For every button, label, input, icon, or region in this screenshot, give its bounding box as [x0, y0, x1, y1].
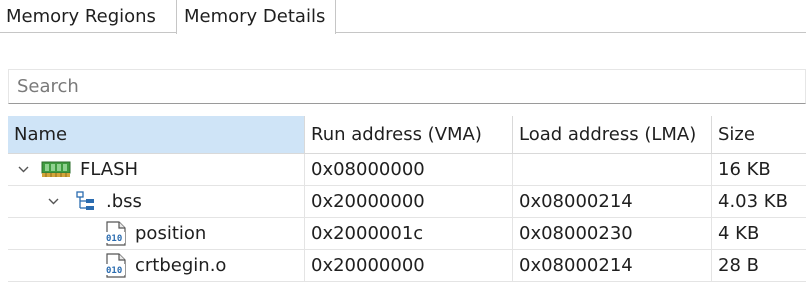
search-input[interactable]	[9, 70, 805, 103]
section-tree-icon	[76, 191, 94, 210]
load-address-cell	[513, 154, 712, 185]
binary-file-icon: 010	[105, 253, 126, 278]
row-name-label: crtbegin.o	[135, 255, 227, 276]
table-row[interactable]: .bss 0x20000000 0x08000214 4.03 KB	[8, 186, 806, 218]
load-address-cell: 0x08000214	[513, 186, 712, 217]
row-name-label: .bss	[106, 191, 142, 212]
name-cell: .bss	[8, 186, 305, 217]
binary-file-icon: 010	[105, 221, 126, 246]
size-cell: 4 KB	[718, 223, 760, 244]
column-header-load-address[interactable]: Load address (LMA)	[513, 116, 712, 153]
row-name-label: FLASH	[80, 159, 139, 180]
column-header-size[interactable]: Size	[712, 116, 806, 153]
load-address-cell: 0x08000230	[513, 218, 712, 249]
column-header-run-address[interactable]: Run address (VMA)	[305, 116, 513, 153]
run-address-cell: 0x08000000	[305, 154, 513, 185]
table-row[interactable]: 010 crtbegin.o 0x20000000 0x08000214 28 …	[8, 250, 806, 282]
table-header: Name Run address (VMA) Load address (LMA…	[8, 116, 806, 154]
memory-details-view: Memory Regions Memory Details Name Run a…	[0, 0, 806, 284]
table-row[interactable]: FLASH 0x08000000 16 KB	[8, 154, 806, 186]
memory-chip-icon	[41, 161, 71, 177]
chevron-down-icon[interactable]	[17, 163, 30, 176]
tab-bar: Memory Regions Memory Details	[0, 0, 806, 34]
svg-text:010: 010	[106, 234, 122, 244]
size-cell: 16 KB	[718, 159, 771, 180]
svg-text:010: 010	[106, 266, 122, 276]
chevron-down-icon[interactable]	[47, 195, 60, 208]
table-row[interactable]: 010 position 0x2000001c 0x08000230 4 KB	[8, 218, 806, 250]
load-address-cell: 0x08000214	[513, 250, 712, 281]
size-cell: 28 B	[718, 255, 759, 276]
search-box	[8, 69, 806, 104]
size-cell: 4.03 KB	[718, 191, 788, 212]
name-cell: 010 crtbegin.o	[8, 250, 305, 281]
row-name-label: position	[135, 223, 207, 244]
run-address-cell: 0x20000000	[305, 250, 513, 281]
name-cell: 010 position	[8, 218, 305, 249]
run-address-cell: 0x2000001c	[305, 218, 513, 249]
memory-details-table: Name Run address (VMA) Load address (LMA…	[8, 116, 806, 282]
tab-memory-details[interactable]: Memory Details	[176, 0, 336, 34]
column-header-name[interactable]: Name	[8, 116, 305, 153]
name-cell: FLASH	[8, 154, 305, 185]
tab-memory-regions[interactable]: Memory Regions	[0, 0, 176, 33]
run-address-cell: 0x20000000	[305, 186, 513, 217]
